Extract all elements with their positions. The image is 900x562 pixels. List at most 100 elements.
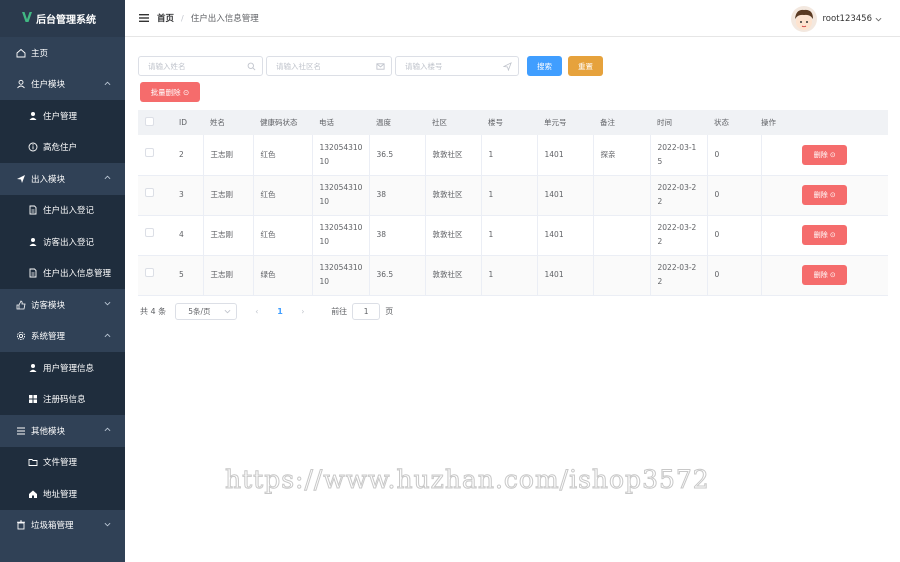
delete-button[interactable]: 删除 ⊙ bbox=[802, 225, 848, 245]
sidebar-item-15[interactable]: 垃圾箱管理 bbox=[0, 510, 125, 542]
sidebar-item-9[interactable]: 系统管理 bbox=[0, 321, 125, 353]
sidebar-item-11[interactable]: 注册码信息 bbox=[0, 383, 125, 415]
sidebar-item-6[interactable]: 访客出入登记 bbox=[0, 226, 125, 258]
sidebar-item-label: 系统管理 bbox=[31, 332, 66, 343]
delete-button[interactable]: 删除 ⊙ bbox=[802, 185, 848, 205]
sidebar-item-0[interactable]: 主页 bbox=[0, 37, 125, 69]
row-select-cell[interactable] bbox=[138, 255, 172, 296]
table-row[interactable]: 5 王志刚 绿色 13205431010 36.5 敦敦社区 1 1401 2022-03-22… bbox=[138, 255, 888, 296]
cell-name-text: 王志刚 bbox=[210, 149, 234, 159]
cell-actions: 删除 ⊙ bbox=[761, 175, 888, 216]
cell-health: 红色 bbox=[253, 175, 313, 216]
building-input[interactable]: 请输入楼号 bbox=[395, 56, 519, 76]
sidebar: V 后台管理系统 主页 住户模块 住户管理 高危住户 出入模块 住户出入登记 访客出入登记住… bbox=[0, 0, 125, 562]
cell-time: 2022-03-22 bbox=[650, 215, 708, 256]
select-all-checkbox[interactable] bbox=[145, 117, 154, 126]
cell-time-text: 2022-03-22 bbox=[657, 263, 697, 286]
sidebar-item-label: 住户出入登记 bbox=[43, 206, 95, 217]
sidebar-item-2[interactable]: 住户管理 bbox=[0, 100, 125, 132]
cell-status-text: 0 bbox=[714, 190, 720, 199]
chevron-up-icon bbox=[104, 80, 111, 90]
cell-note: 探亲 bbox=[593, 135, 651, 176]
delete-button[interactable]: 删除 ⊙ bbox=[802, 144, 848, 165]
breadcrumb-home[interactable]: 首页 bbox=[157, 12, 174, 24]
cell-id: 3 bbox=[172, 175, 204, 216]
row-checkbox[interactable] bbox=[145, 147, 154, 157]
cell-name-text: 王志刚 bbox=[210, 230, 234, 239]
col-time: 时间 bbox=[650, 110, 707, 135]
sidebar-item-8[interactable]: 访客模块 bbox=[0, 289, 125, 321]
cell-phone: 13205431010 bbox=[312, 215, 370, 256]
cell-name: 王志刚 bbox=[203, 215, 254, 256]
cell-id: 2 bbox=[172, 135, 204, 176]
row-select-cell[interactable] bbox=[138, 215, 172, 256]
col-health: 健康码状态 bbox=[253, 110, 312, 135]
sidebar-item-5[interactable]: 住户出入登记 bbox=[0, 194, 125, 226]
cell-community-text: 敦敦社区 bbox=[432, 230, 463, 239]
cell-phone: 13205431010 bbox=[312, 135, 370, 176]
sidebar-item-12[interactable]: 其他模块 bbox=[0, 415, 125, 447]
cell-status: 0 bbox=[707, 215, 762, 256]
table-row[interactable]: 4 王志刚 红色 13205431010 38 敦敦社区 1 1401 2022-03-22 0 删… bbox=[138, 215, 888, 256]
cell-note bbox=[593, 215, 651, 256]
person-icon bbox=[28, 111, 38, 121]
row-checkbox[interactable] bbox=[145, 228, 154, 237]
header: 首页 / 住户出入信息管理 root123456 bbox=[125, 0, 900, 37]
sidebar-item-1[interactable]: 住户模块 bbox=[0, 69, 125, 101]
cell-temp: 36.5 bbox=[369, 255, 426, 296]
sidebar-item-label: 用户管理信息 bbox=[43, 363, 95, 374]
table-header-row: ID 姓名 健康码状态 电话 温度 社区 楼号 单元号 备注 时间 状态 操作 bbox=[138, 110, 888, 135]
community-input[interactable]: 请输入社区名 bbox=[266, 56, 392, 76]
cell-health-text: 红色 bbox=[260, 149, 276, 159]
sidebar-item-label: 访客模块 bbox=[31, 300, 66, 311]
reset-button[interactable]: 重置 bbox=[568, 56, 603, 76]
table-row[interactable]: 2 王志刚 红色 13205431010 36.5 敦敦社区 1 1401 探亲 2022-03-… bbox=[138, 135, 888, 176]
chevron-up-icon bbox=[104, 426, 111, 436]
avatar[interactable] bbox=[790, 6, 817, 32]
col-id: ID bbox=[172, 110, 203, 135]
cell-health-text: 红色 bbox=[260, 230, 276, 239]
col-building: 楼号 bbox=[481, 110, 537, 135]
cell-temp: 38 bbox=[369, 215, 426, 256]
home-icon bbox=[16, 48, 26, 58]
records-table: ID 姓名 健康码状态 电话 温度 社区 楼号 单元号 备注 时间 状态 操作 … bbox=[138, 110, 888, 296]
table-row[interactable]: 3 王志刚 红色 13205431010 38 敦敦社区 1 1401 2022-03-22 0 删… bbox=[138, 175, 888, 216]
sidebar-item-10[interactable]: 用户管理信息 bbox=[0, 352, 125, 384]
chevron-down-icon[interactable] bbox=[875, 16, 882, 23]
table-body: 2 王志刚 红色 13205431010 36.5 敦敦社区 1 1401 探亲 2022-03-… bbox=[138, 135, 888, 296]
delete-button[interactable]: 删除 ⊙ bbox=[802, 265, 848, 285]
cell-note bbox=[593, 255, 651, 296]
row-select-cell[interactable] bbox=[138, 175, 172, 216]
row-checkbox[interactable] bbox=[145, 268, 154, 277]
next-page-button[interactable]: › bbox=[301, 307, 309, 316]
row-select-cell[interactable] bbox=[138, 135, 172, 176]
filter-bar: 请输入姓名 请输入社区名 请输入楼号 搜索 重置 bbox=[138, 56, 603, 76]
cell-status: 0 bbox=[707, 255, 762, 296]
cell-phone: 13205431010 bbox=[312, 255, 370, 296]
batch-delete-button[interactable]: 批量删除 ⊙ bbox=[140, 82, 200, 102]
sidebar-item-7[interactable]: 住户出入信息管理 bbox=[0, 257, 125, 289]
sidebar-item-label: 文件管理 bbox=[43, 458, 78, 469]
page-number-1[interactable]: 1 bbox=[277, 307, 287, 316]
prev-page-button[interactable]: ‹ bbox=[255, 307, 263, 316]
cell-building: 1 bbox=[481, 175, 538, 216]
cell-unit: 1401 bbox=[537, 255, 594, 296]
search-button[interactable]: 搜索 bbox=[527, 56, 562, 76]
username[interactable]: root123456 bbox=[823, 14, 873, 24]
sidebar-item-13[interactable]: 文件管理 bbox=[0, 446, 125, 478]
cell-id-text: 4 bbox=[179, 230, 184, 239]
sidebar-item-14[interactable]: 地址管理 bbox=[0, 478, 125, 510]
page-size-value: 5条/页 bbox=[188, 307, 211, 316]
page-size-select[interactable]: 5条/页 bbox=[175, 303, 238, 320]
goto-page-input[interactable]: 1 bbox=[352, 303, 381, 320]
select-all-cell[interactable] bbox=[138, 110, 172, 135]
col-temp: 温度 bbox=[369, 110, 425, 135]
person-icon bbox=[28, 237, 38, 247]
row-checkbox[interactable] bbox=[145, 188, 154, 197]
hamburger-icon[interactable] bbox=[139, 13, 149, 23]
name-input[interactable]: 请输入姓名 bbox=[138, 56, 263, 76]
sidebar-item-label: 地址管理 bbox=[43, 489, 78, 500]
sidebar-item-4[interactable]: 出入模块 bbox=[0, 163, 125, 195]
user-menu[interactable]: root123456 bbox=[790, 6, 883, 32]
sidebar-item-3[interactable]: 高危住户 bbox=[0, 131, 125, 163]
